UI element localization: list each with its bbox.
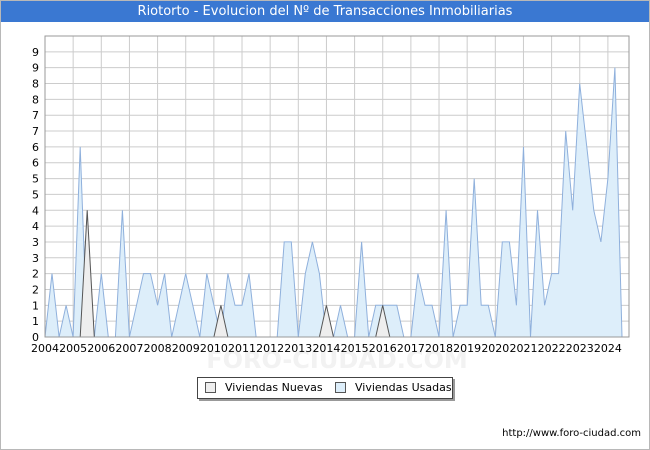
x-tick-label: 2020 [481,342,509,355]
y-tick-label: 7 [32,109,39,122]
x-tick-label: 2011 [228,342,256,355]
x-tick-label: 2004 [31,342,59,355]
x-tick-label: 2012 [256,342,284,355]
x-tick-label: 2019 [453,342,481,355]
source-url: http://www.foro-ciudad.com [502,428,641,439]
x-tick-label: 2022 [538,342,566,355]
y-tick-label: 6 [32,141,39,154]
x-tick-label: 2010 [200,342,228,355]
y-axis: 0112233445566778899 [32,46,39,344]
y-tick-label: 2 [32,268,39,281]
legend-item-usadas: Viviendas Usadas [335,381,452,394]
x-tick-label: 2008 [144,342,172,355]
y-tick-label: 5 [32,188,39,201]
y-tick-label: 4 [32,220,39,233]
y-tick-label: 6 [32,157,39,170]
x-tick-label: 2021 [509,342,537,355]
y-tick-label: 4 [32,204,39,217]
legend-item-nuevas: Viviendas Nuevas [205,381,323,394]
x-tick-label: 2015 [341,342,369,355]
legend-label-usadas: Viviendas Usadas [355,381,452,394]
y-tick-label: 7 [32,125,39,138]
x-tick-label: 2018 [425,342,453,355]
series-areas [44,67,629,338]
y-tick-label: 2 [32,283,39,296]
y-tick-label: 3 [32,236,39,249]
legend-swatch-usadas [335,382,346,393]
x-tick-label: 2013 [284,342,312,355]
x-tick-label: 2005 [59,342,87,355]
x-tick-label: 2017 [397,342,425,355]
y-tick-label: 1 [32,315,39,328]
x-tick-label: 2023 [566,342,594,355]
y-tick-label: 5 [32,173,39,186]
y-tick-label: 8 [32,78,39,91]
y-tick-label: 8 [32,93,39,106]
x-axis: 2004 2005 2006 2007 2008 2009 2010 2011 2012 2013… [31,342,622,355]
x-tick-label: 2006 [87,342,115,355]
x-tick-label: 2014 [312,342,340,355]
y-tick-label: 9 [32,62,39,75]
x-tick-label: 2007 [115,342,143,355]
y-tick-label: 1 [32,299,39,312]
x-tick-label: 2016 [369,342,397,355]
x-tick-label: 2009 [172,342,200,355]
x-tick-label: 2024 [594,342,622,355]
y-tick-label: 9 [32,46,39,59]
legend-swatch-nuevas [205,382,216,393]
legend-label-nuevas: Viviendas Nuevas [225,381,323,394]
y-tick-label: 3 [32,252,39,265]
series-usadas-area [45,67,629,337]
legend: Viviendas Nuevas Viviendas Usadas [197,377,453,399]
